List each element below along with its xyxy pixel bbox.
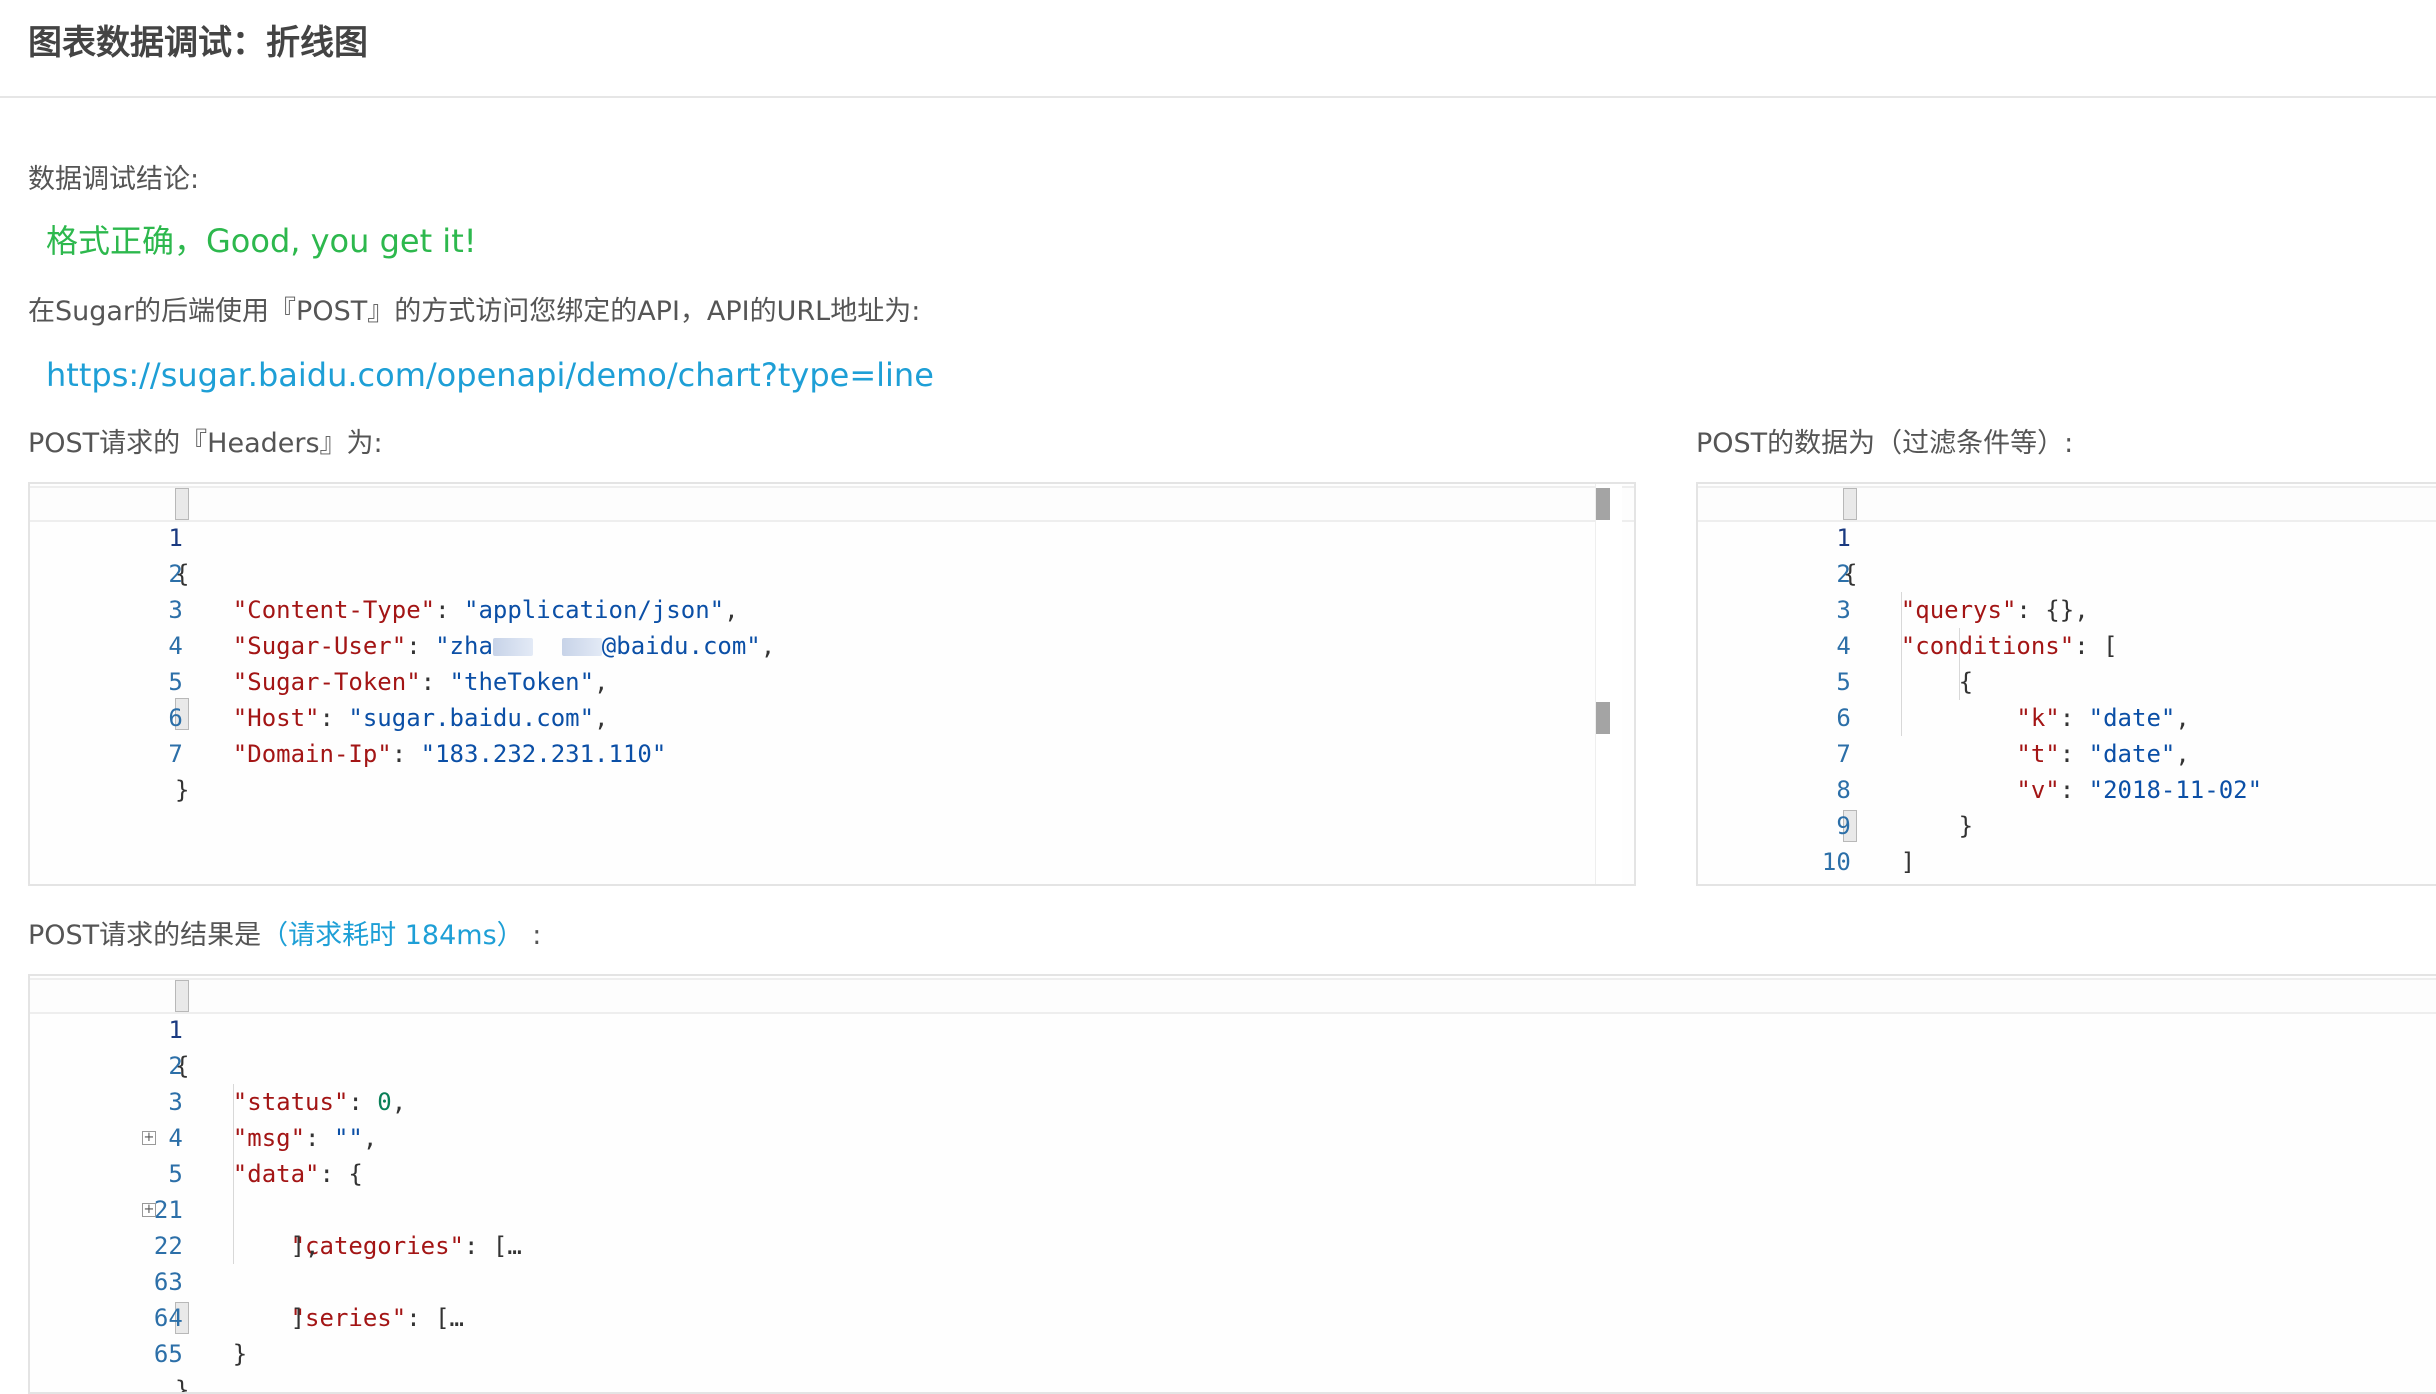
code-line: 5 "Host": "sugar.baidu.com", [30, 628, 1634, 732]
code-line: 5 + "categories": [… [30, 1120, 2436, 1260]
code-line: 22 + "series": [… [30, 1192, 2436, 1332]
code-line: 65 } [30, 1300, 2436, 1392]
code-line: 2 "status": 0, [30, 1012, 2436, 1116]
code-line: 1 { [1698, 484, 2436, 588]
code-line: 4 "data": { [30, 1084, 2436, 1188]
code-text: } [175, 1376, 190, 1394]
conclusion-result: 格式正确，Good, you get it! [46, 222, 477, 260]
page-title: 图表数据调试：折线图 [28, 23, 368, 63]
code-line: 10 } [1698, 808, 2436, 876]
code-line: 21 ], [30, 1156, 2436, 1260]
fold-expand-icon[interactable]: + [142, 1131, 156, 1145]
code-text: } [175, 776, 190, 804]
code-text: } [1843, 880, 1857, 884]
code-line: 64 } [30, 1264, 2436, 1368]
api-description: 在Sugar的后端使用『POST』的方式访问您绑定的API，API的URL地址为… [28, 296, 921, 327]
code-line: 9 ] [1698, 772, 2436, 876]
code-text: ] [1900, 848, 1916, 876]
code-line: 2 "Content-Type": "application/json", [30, 520, 1634, 624]
api-url-link[interactable]: https://sugar.baidu.com/openapi/demo/cha… [46, 352, 934, 398]
scrollbar-thumb[interactable] [1596, 702, 1610, 734]
code-text: "Domain-Ip": "183.232.231.110" [232, 740, 667, 768]
headers-label: POST请求的『Headers』为: [28, 428, 383, 459]
headers-editor[interactable]: 1 { 2 "Content-Type": "application/json"… [28, 482, 1636, 886]
page-header: 图表数据调试：折线图 [0, 0, 2436, 98]
code-line: 3 "Sugar-User": "zha @baidu.com", [30, 556, 1634, 660]
result-label: POST请求的结果是（请求耗时 184ms） : [28, 920, 542, 951]
code-line: 7 } [30, 700, 1634, 804]
scrollbar-thumb[interactable] [1596, 488, 1610, 520]
code-line: 5 "k": "date", [1698, 628, 2436, 732]
code-line: 6 "t": "date", [1698, 664, 2436, 768]
code-line: 2 "querys": {}, [1698, 520, 2436, 624]
code-line: 1 { [30, 976, 2436, 1080]
code-line: 4 "Sugar-Token": "theToken", [30, 592, 1634, 696]
code-line: 3 "conditions": [ [1698, 556, 2436, 660]
line-number: 65 [153, 1340, 183, 1368]
code-line: 3 "msg": "", [30, 1048, 2436, 1152]
code-line: 4 { [1698, 592, 2436, 696]
conclusion-label: 数据调试结论: [28, 164, 200, 195]
line-number: 7 [168, 740, 183, 768]
code-text: } [232, 1340, 248, 1368]
code-line: 7 "v": "2018-11-02" [1698, 700, 2436, 804]
code-line: 6 "Domain-Ip": "183.232.231.110" [30, 664, 1634, 768]
code-line: 8 } [1698, 736, 2436, 840]
result-editor[interactable]: 1 { 2 "status": 0, 3 "msg": "", 4 "data"… [28, 974, 2436, 1394]
request-timing: （请求耗时 184ms） [261, 920, 524, 951]
code-line: 63 ] [30, 1228, 2436, 1332]
line-number: 10 [1821, 848, 1851, 876]
post-data-editor[interactable]: 1 { 2 "querys": {}, 3 "conditions": [ 4 … [1696, 482, 2436, 886]
post-data-label: POST的数据为（过滤条件等）: [1696, 428, 2074, 459]
code-line: 1 { [30, 484, 1634, 588]
vertical-scrollbar[interactable] [1595, 484, 1622, 884]
fold-expand-icon[interactable]: + [142, 1203, 156, 1217]
